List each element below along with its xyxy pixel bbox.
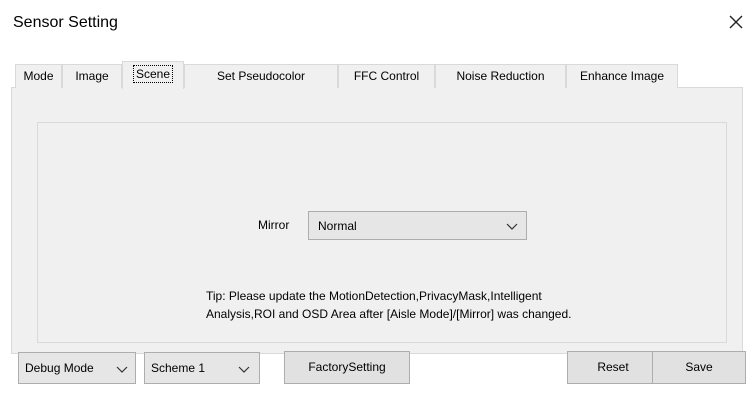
chevron-down-icon — [506, 223, 518, 230]
tab-scene[interactable]: Scene — [122, 61, 184, 89]
tab-mode[interactable]: Mode — [15, 64, 62, 88]
tip-text: Tip: Please update the MotionDetection,P… — [206, 287, 726, 323]
title-bar: Sensor Setting — [0, 0, 753, 48]
scheme-value: Scheme 1 — [151, 361, 206, 375]
tip-line-2: Analysis,ROI and OSD Area after [Aisle M… — [206, 307, 572, 321]
debug-mode-select[interactable]: Debug Mode — [18, 352, 136, 384]
factory-setting-button[interactable]: FactorySetting — [284, 351, 410, 384]
tab-ffc-control[interactable]: FFC Control — [338, 64, 435, 88]
sensor-setting-dialog: Sensor Setting Mode Image Scene Set Pseu… — [0, 0, 753, 393]
tab-enhance-image[interactable]: Enhance Image — [566, 64, 678, 88]
close-icon[interactable] — [724, 10, 748, 34]
mirror-select-value: Normal — [318, 219, 357, 233]
tab-set-pseudocolor[interactable]: Set Pseudocolor — [184, 64, 338, 88]
tab-image[interactable]: Image — [62, 64, 122, 88]
tip-line-1: Tip: Please update the MotionDetection,P… — [206, 289, 542, 303]
chevron-down-icon — [116, 366, 128, 373]
debug-mode-value: Debug Mode — [25, 361, 94, 375]
reset-button[interactable]: Reset — [567, 351, 659, 384]
dialog-title: Sensor Setting — [13, 14, 118, 31]
chevron-down-icon — [238, 366, 250, 373]
scheme-select[interactable]: Scheme 1 — [144, 352, 260, 384]
save-button[interactable]: Save — [652, 351, 746, 384]
mirror-label: Mirror — [258, 218, 290, 232]
tab-noise-reduction[interactable]: Noise Reduction — [435, 64, 566, 88]
mirror-select[interactable]: Normal — [308, 211, 527, 240]
